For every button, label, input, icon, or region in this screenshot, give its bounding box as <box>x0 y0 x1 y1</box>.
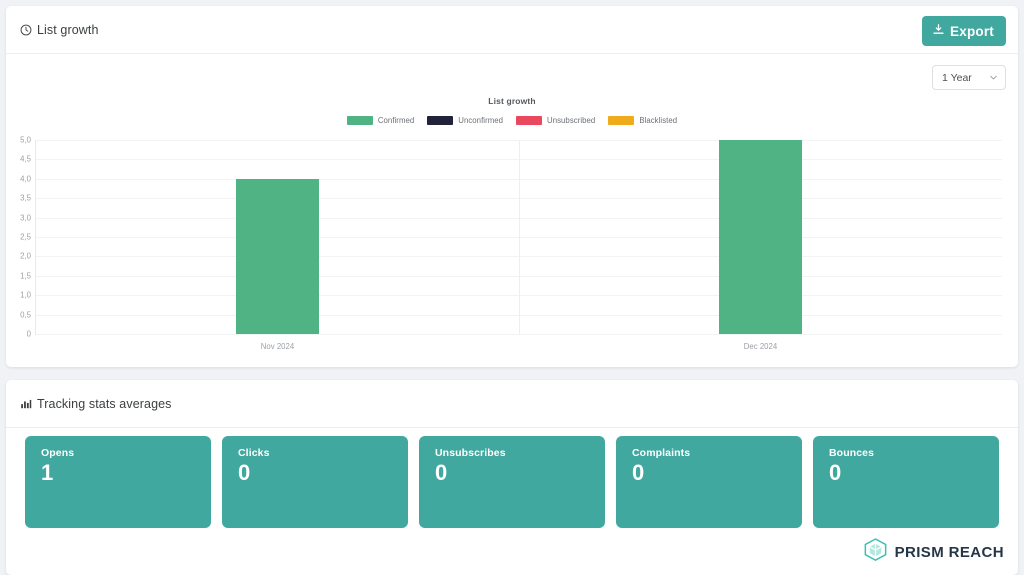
logo-text: PRISM REACH <box>894 543 1004 561</box>
legend-label: Unsubscribed <box>547 116 596 125</box>
chart-plot-area: 5,0 4,5 4,0 3,5 3,0 2,5 2,0 1,5 1,0 0,5 0 Nov 2024 D… <box>20 136 1002 351</box>
export-icon <box>932 23 945 39</box>
stat-card-value: 0 <box>632 460 645 485</box>
branding-row: PRISM REACH <box>6 528 1018 567</box>
legend-label: Unconfirmed <box>458 116 504 125</box>
prism-gem-icon <box>863 537 888 567</box>
y-axis-tick-label: 3,5 <box>20 193 31 203</box>
y-axis-tick-label: 5,0 <box>20 135 31 145</box>
bar-chart-icon <box>20 398 32 410</box>
stat-card-complaints[interactable]: Complaints 0 <box>616 436 802 528</box>
stat-card-value: 0 <box>435 460 448 485</box>
y-axis-tick-label: 4,0 <box>20 174 31 184</box>
legend-label: Confirmed <box>377 116 415 125</box>
list-growth-title-label: List growth <box>37 22 99 37</box>
list-growth-chart-body: 1 Year List growth Confirmed Unconfirmed U… <box>6 54 1018 367</box>
legend-item-unconfirmed[interactable]: Unconfirmed <box>427 116 503 125</box>
time-range-select[interactable]: 1 Year <box>932 65 1006 90</box>
range-selector-row: 1 Year <box>6 54 1018 94</box>
legend-swatch-icon <box>608 116 635 125</box>
x-axis-tick-label: Nov 2024 <box>260 342 295 351</box>
legend-item-unsubscribed[interactable]: Unsubscribed <box>516 116 595 125</box>
legend-swatch-icon <box>427 116 454 125</box>
stat-card-label: Unsubscribes <box>435 447 506 459</box>
stat-card-value: 0 <box>829 460 842 485</box>
chevron-down-icon <box>989 73 998 82</box>
y-axis-tick-label: 4,5 <box>20 154 31 164</box>
chart-plot-wrapper: 5,0 4,5 4,0 3,5 3,0 2,5 2,0 1,5 1,0 0,5 0 Nov 2024 D… <box>6 132 1018 357</box>
bar-confirmed-0[interactable] <box>235 178 320 334</box>
stat-card-clicks[interactable]: Clicks 0 <box>222 436 408 528</box>
legend-item-blacklisted[interactable]: Blacklisted <box>608 116 677 125</box>
chart-legend: Confirmed Unconfirmed Unsubscribed Blacklis… <box>6 116 1018 125</box>
time-range-value: 1 Year <box>942 71 972 84</box>
bar-confirmed-1[interactable] <box>718 140 803 334</box>
legend-swatch-icon <box>516 116 543 125</box>
y-axis-tick-label: 2,0 <box>20 251 31 261</box>
legend-swatch-icon <box>346 116 373 125</box>
y-axis-tick-label: 2,5 <box>20 232 31 242</box>
y-axis-tick-label: 1,5 <box>20 271 31 281</box>
stat-card-bounces[interactable]: Bounces 0 <box>813 436 999 528</box>
legend-item-confirmed[interactable]: Confirmed <box>346 116 415 125</box>
stat-card-opens[interactable]: Opens 1 <box>25 436 211 528</box>
tracking-stats-panel: Tracking stats averages Opens 1 Clicks 0 Uns… <box>6 380 1018 575</box>
export-button[interactable]: Export <box>922 16 1006 46</box>
y-axis-tick-label: 0 <box>26 329 31 339</box>
stat-card-label: Complaints <box>632 447 691 459</box>
stat-card-value: 0 <box>238 460 251 485</box>
y-axis-tick-label: 1,0 <box>20 290 31 300</box>
stat-card-label: Opens <box>41 447 75 459</box>
stat-card-label: Clicks <box>238 447 270 459</box>
legend-label: Blacklisted <box>639 116 678 125</box>
export-button-label: Export <box>950 23 994 39</box>
gridline <box>36 334 1002 335</box>
category-divider <box>519 140 520 334</box>
x-axis-tick-label: Dec 2024 <box>743 342 778 351</box>
clock-icon <box>20 24 32 36</box>
y-axis-tick-label: 3,0 <box>20 213 31 223</box>
tracking-stats-header: Tracking stats averages <box>6 380 1018 427</box>
list-growth-header: List growth Export <box>6 6 1018 53</box>
stat-card-label: Bounces <box>829 447 875 459</box>
list-growth-panel: List growth Export 1 Year List growth Co… <box>6 6 1018 367</box>
stats-card-grid: Opens 1 Clicks 0 Unsubscribes 0 Complaints 0 Bou… <box>6 428 1018 528</box>
chart-title: List growth <box>488 96 536 106</box>
stat-card-unsubscribes[interactable]: Unsubscribes 0 <box>419 436 605 528</box>
tracking-stats-title: Tracking stats averages <box>20 397 172 411</box>
page-title: List growth <box>20 23 99 37</box>
tracking-stats-title-label: Tracking stats averages <box>37 396 172 411</box>
stat-card-value: 1 <box>41 460 54 485</box>
y-axis-tick-label: 0,5 <box>20 310 31 320</box>
